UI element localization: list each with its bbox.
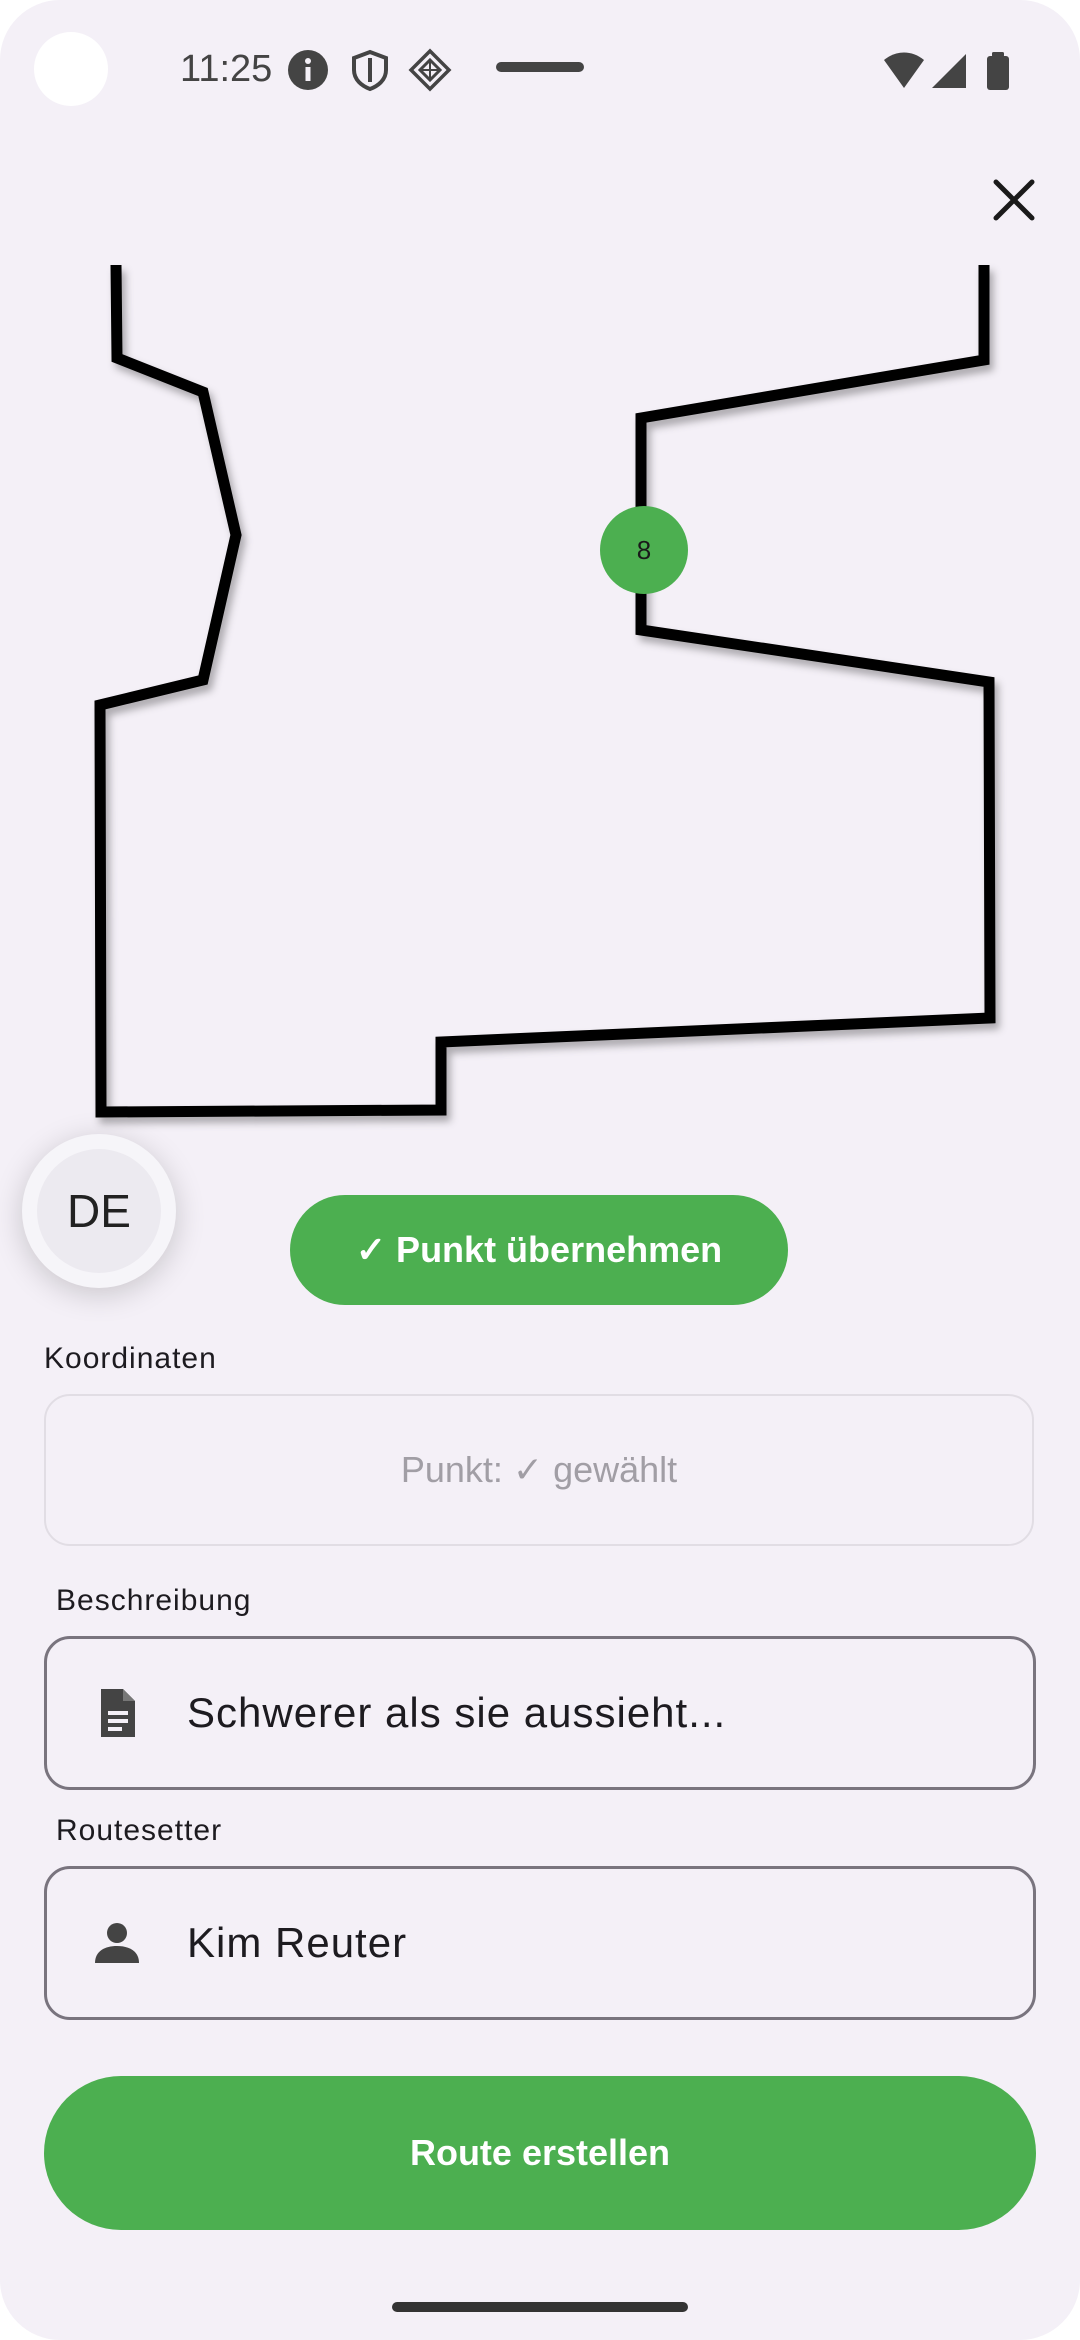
camera-cutout	[34, 32, 108, 106]
language-switcher[interactable]: DE	[22, 1134, 176, 1288]
accept-point-button[interactable]: ✓ Punkt übernehmen	[290, 1195, 788, 1305]
description-label: Beschreibung	[56, 1584, 252, 1617]
language-label: DE	[37, 1149, 161, 1273]
document-icon	[101, 1689, 135, 1737]
person-icon	[95, 1923, 139, 1963]
shield-icon	[352, 49, 388, 92]
status-bar: 11:25	[0, 0, 1080, 140]
info-icon	[288, 50, 328, 90]
home-indicator[interactable]	[392, 2302, 688, 2312]
description-input[interactable]: Schwerer als sie aussieht...	[44, 1636, 1036, 1790]
battery-icon	[987, 52, 1009, 90]
coordinates-field: Punkt: ✓ gewählt	[44, 1394, 1034, 1546]
routesetter-value: Kim Reuter	[187, 1919, 408, 1966]
coordinates-value: Punkt: ✓ gewählt	[400, 1449, 678, 1490]
wall-outline	[94, 264, 996, 1118]
hold-marker[interactable]: 8	[600, 506, 688, 594]
diamond-grid-icon	[408, 48, 452, 92]
route-editor-screen: 11:25 8 DE ✓ Punkt übernehmen Koordinate…	[0, 0, 1080, 2340]
status-time: 11:25	[180, 48, 273, 90]
wall-map[interactable]	[0, 250, 1080, 1150]
close-icon[interactable]	[984, 170, 1044, 230]
routesetter-label: Routesetter	[56, 1814, 223, 1847]
routesetter-input[interactable]: Kim Reuter	[44, 1866, 1036, 2020]
wifi-icon	[884, 52, 924, 88]
create-route-button[interactable]: Route erstellen	[44, 2076, 1036, 2230]
coordinates-label: Koordinaten	[44, 1342, 217, 1375]
status-pill	[496, 62, 584, 72]
description-value: Schwerer als sie aussieht...	[187, 1689, 727, 1736]
cellular-signal-icon	[932, 54, 966, 88]
